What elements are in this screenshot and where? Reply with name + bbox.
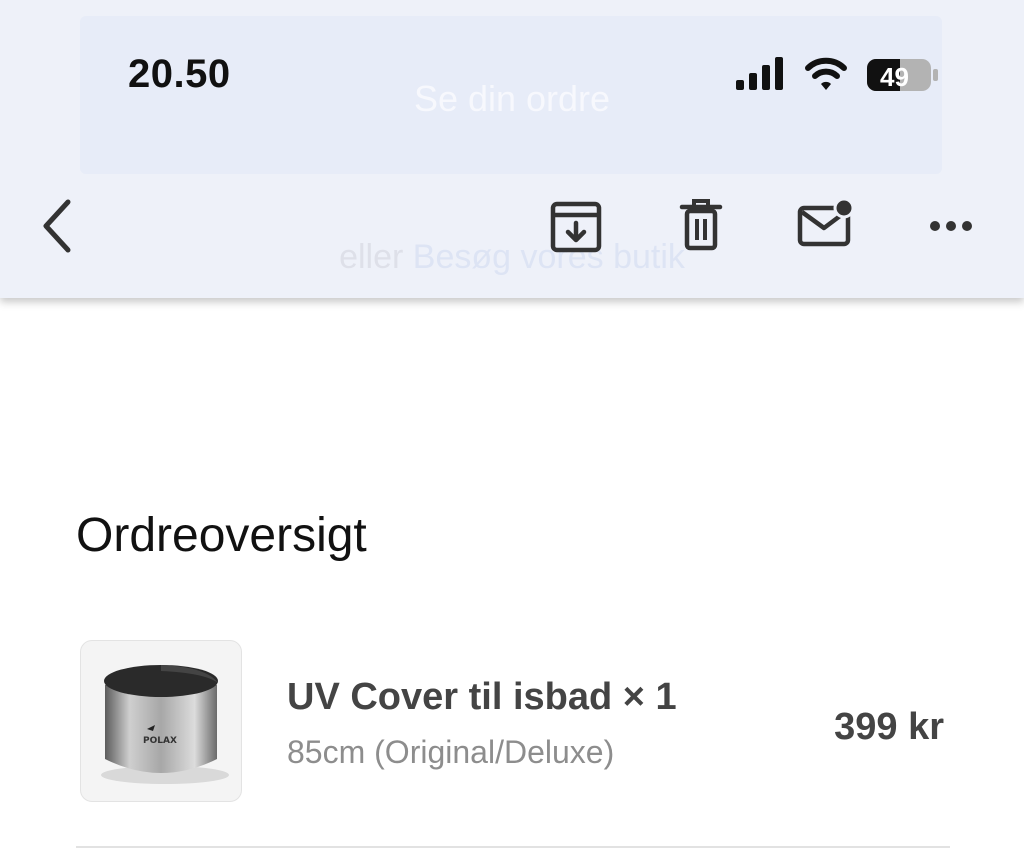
cellular-signal-icon	[736, 57, 783, 90]
faded-store-link-row: eller Besøg vores butik	[0, 238, 1024, 277]
email-viewer-screen: Se din ordre eller Besøg vores butik 20.…	[0, 0, 1024, 863]
faded-store-link: Besøg vores butik	[412, 238, 685, 276]
trash-icon[interactable]	[679, 198, 723, 252]
product-variant: 85cm (Original/Deluxe)	[287, 734, 615, 770]
product-price: 399 kr	[834, 706, 944, 748]
product-name: UV Cover til isbad × 1	[287, 676, 677, 718]
archive-icon[interactable]	[550, 201, 602, 253]
mail-unread-icon[interactable]	[796, 198, 856, 250]
order-line-item: POLAX UV Cover til isbad × 1 85cm (Origi…	[80, 640, 946, 802]
faded-link-prefix: eller	[339, 238, 404, 276]
chevron-left-icon[interactable]	[38, 196, 78, 256]
order-summary-divider	[76, 846, 950, 848]
email-toolbar-header: Se din ordre eller Besøg vores butik 20.…	[0, 0, 1024, 298]
product-thumbnail: POLAX	[80, 640, 242, 802]
more-horizontal-icon[interactable]	[928, 218, 974, 234]
status-bar-time: 20.50	[128, 52, 231, 96]
order-summary-title: Ordreoversigt	[76, 509, 367, 562]
product-brand-label: POLAX	[143, 736, 177, 746]
product-image: POLAX	[101, 665, 229, 784]
battery-level-text: 49	[880, 62, 909, 92]
wifi-icon	[805, 57, 847, 90]
